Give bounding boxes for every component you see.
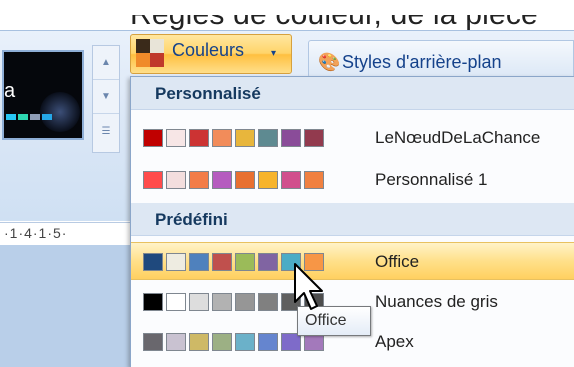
- ruler-ticks: ·1·4·1·5·: [4, 225, 68, 241]
- thumbnail-color-bars: [6, 114, 52, 120]
- section-header-predefined: Prédéfini: [131, 203, 574, 236]
- background-styles-label: Styles d'arrière-plan: [342, 52, 502, 72]
- color-swatch: [258, 129, 278, 147]
- gallery-scroll-up-button[interactable]: ▲: [93, 46, 119, 80]
- color-swatch: [235, 253, 255, 271]
- thumbnail-glow: [40, 92, 80, 132]
- colors-button-label: Couleurs: [172, 40, 245, 60]
- mouse-cursor-icon: [294, 263, 323, 310]
- more-icon: ☰: [101, 125, 111, 137]
- top-text-fragment: Régles de couleur, de la pièce: [0, 0, 574, 30]
- color-scheme-label: Personnalisé 1: [375, 170, 488, 189]
- color-swatch: [258, 333, 278, 351]
- color-scheme-label: Apex: [375, 332, 414, 351]
- thumbnail-bar: [18, 114, 28, 120]
- color-swatch: [304, 129, 324, 147]
- color-swatch: [166, 171, 186, 189]
- thumbnail-bar: [42, 114, 52, 120]
- slide-workspace: [0, 245, 132, 367]
- color-swatch: [212, 171, 232, 189]
- color-swatch: [143, 253, 163, 271]
- color-swatch: [212, 253, 232, 271]
- color-swatch: [212, 293, 232, 311]
- palette-icon: [136, 39, 164, 67]
- color-swatch: [235, 293, 255, 311]
- gallery-more-button[interactable]: ☰: [93, 114, 119, 148]
- color-swatch: [166, 293, 186, 311]
- color-swatch: [189, 253, 209, 271]
- color-swatch: [166, 333, 186, 351]
- color-swatch: [235, 171, 255, 189]
- color-swatch: [258, 171, 278, 189]
- color-swatches: [143, 171, 327, 189]
- color-swatch: [281, 171, 301, 189]
- section-header-custom: Personnalisé: [131, 77, 574, 110]
- color-swatch: [189, 171, 209, 189]
- color-swatch: [235, 333, 255, 351]
- color-swatch: [189, 293, 209, 311]
- color-swatch: [143, 171, 163, 189]
- color-scheme-label: LeNœudDeLaChance: [375, 128, 541, 147]
- color-swatch: [258, 253, 278, 271]
- color-swatch: [143, 129, 163, 147]
- tooltip-text: Office: [305, 312, 347, 329]
- color-swatch: [143, 333, 163, 351]
- thumbnail-text: a: [4, 80, 16, 102]
- thumbnail-bar: [6, 114, 16, 120]
- thumbnail-bar: [30, 114, 40, 120]
- scroll-down-icon: ▼: [101, 91, 111, 102]
- color-scheme-label: Office: [375, 252, 420, 271]
- color-swatch: [235, 129, 255, 147]
- top-text: Régles de couleur, de la pièce: [130, 0, 538, 31]
- scroll-up-icon: ▲: [101, 57, 111, 68]
- section-title: Prédéfini: [155, 210, 228, 229]
- color-scheme-item-office[interactable]: Office: [131, 242, 574, 280]
- color-swatch: [281, 129, 301, 147]
- color-swatch: [212, 333, 232, 351]
- color-swatch: [189, 333, 209, 351]
- color-swatch: [258, 293, 278, 311]
- color-swatches: [143, 129, 327, 147]
- section-title: Personnalisé: [155, 84, 261, 103]
- paint-bucket-icon: 🎨: [318, 52, 341, 72]
- ruler: ·1·4·1·5·: [0, 222, 132, 246]
- color-scheme-label: Nuances de gris: [375, 292, 498, 311]
- color-swatch: [304, 171, 324, 189]
- color-swatch: [166, 129, 186, 147]
- color-scheme-item[interactable]: Personnalisé 1: [131, 161, 574, 199]
- color-swatch: [166, 253, 186, 271]
- gallery-scroll-down-button[interactable]: ▼: [93, 80, 119, 114]
- chevron-down-icon: ▾: [271, 48, 277, 59]
- color-swatch: [143, 293, 163, 311]
- gallery-scroll-column: ▲ ▼ ☰: [92, 45, 120, 153]
- color-swatch: [212, 129, 232, 147]
- color-scheme-item[interactable]: LeNœudDeLaChance: [131, 119, 574, 157]
- color-swatch: [189, 129, 209, 147]
